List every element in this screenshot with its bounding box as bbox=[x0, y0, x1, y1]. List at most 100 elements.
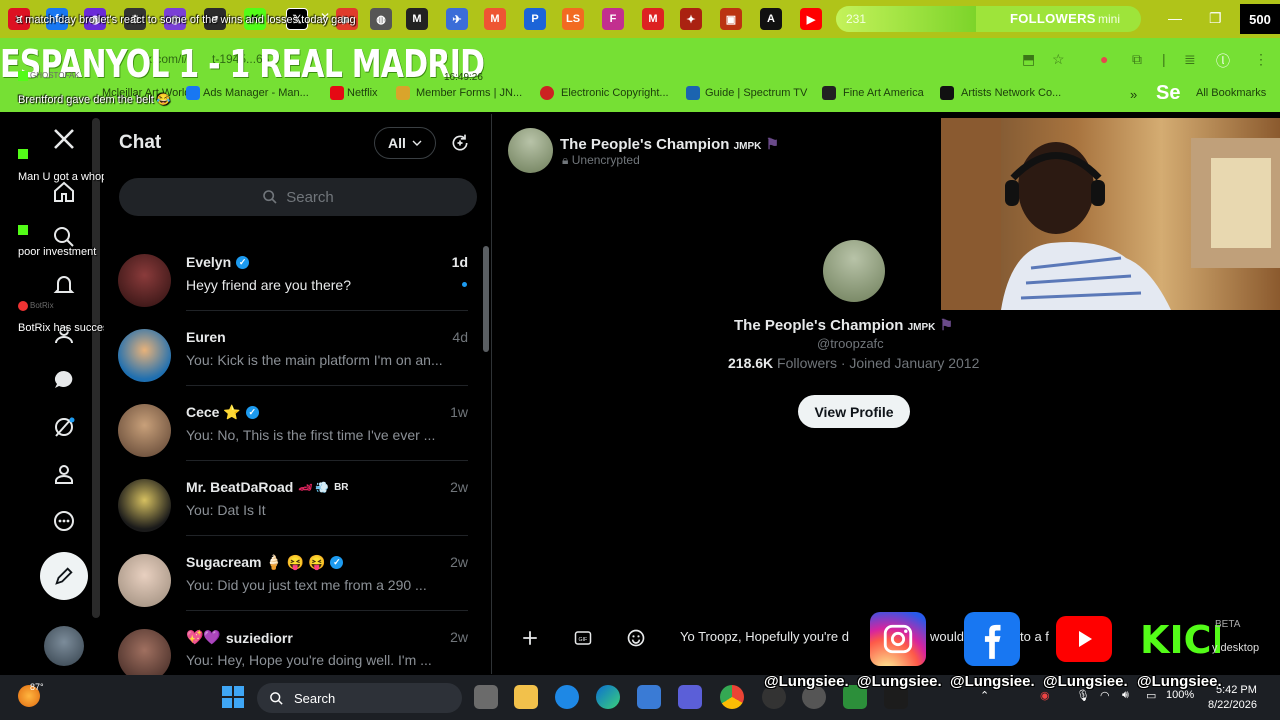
verified-badge-icon: ✓ bbox=[236, 255, 250, 269]
tab-favicon[interactable]: A bbox=[760, 8, 782, 30]
divider bbox=[186, 610, 468, 611]
profile-icon[interactable] bbox=[49, 459, 79, 489]
bookmark-item[interactable]: Artists Network Co... bbox=[961, 87, 1061, 99]
filter-dropdown[interactable]: All bbox=[374, 127, 436, 159]
followers-label: Followers bbox=[777, 355, 837, 371]
bookmark-item[interactable]: Netflix bbox=[347, 87, 378, 99]
encryption-text: Unencrypted bbox=[571, 153, 640, 167]
record-icon[interactable]: ● bbox=[1100, 51, 1108, 67]
weather-temp: 87° bbox=[30, 682, 44, 692]
chat-icon[interactable] bbox=[49, 365, 79, 395]
flag-icon: ⚑ bbox=[765, 136, 780, 153]
compose-post-button[interactable] bbox=[40, 552, 88, 600]
file-explorer-icon[interactable] bbox=[514, 685, 538, 709]
microphone-icon[interactable]: 🎙︎ bbox=[1076, 689, 1090, 702]
tab-favicon[interactable]: ◍ bbox=[370, 8, 392, 30]
webcam-person-image bbox=[941, 118, 1280, 310]
profile-handle: @troopzafc bbox=[817, 336, 884, 351]
tray-overflow-icon[interactable]: ⌃ bbox=[980, 689, 989, 702]
bookmark-star-icon[interactable]: ☆ bbox=[1052, 51, 1065, 68]
header-badge: JMPK bbox=[733, 141, 762, 152]
profile-icon[interactable]: ⓛ bbox=[1216, 51, 1230, 71]
restore-icon[interactable]: ❐ bbox=[1209, 10, 1222, 27]
task-view-icon[interactable] bbox=[474, 685, 498, 709]
chat-list-scrollbar[interactable] bbox=[483, 246, 489, 352]
conversation-name: Cece ⭐ ✓ bbox=[186, 404, 259, 421]
battery-icon[interactable]: ▭ bbox=[1146, 689, 1156, 702]
sidebar-scrollbar[interactable] bbox=[92, 118, 100, 618]
profile-avatar[interactable] bbox=[823, 240, 885, 302]
view-profile-button[interactable]: View Profile bbox=[798, 395, 910, 428]
bookmark-item[interactable]: Guide | Spectrum TV bbox=[705, 87, 807, 99]
store-icon[interactable] bbox=[637, 685, 661, 709]
conversation-avatar bbox=[118, 479, 171, 532]
menu-icon[interactable]: ⋮ bbox=[1254, 51, 1268, 68]
new-chat-button[interactable] bbox=[444, 127, 476, 159]
emoji-picker-icon[interactable] bbox=[622, 624, 650, 652]
bookmark-item[interactable]: Ads Manager - Man... bbox=[203, 87, 309, 99]
tab-favicon[interactable]: M bbox=[642, 8, 664, 30]
minimize-icon[interactable]: — bbox=[1168, 10, 1182, 26]
bookmark-item[interactable]: Fine Art America bbox=[843, 87, 924, 99]
tray-app-icon[interactable]: ◉ bbox=[1040, 689, 1050, 702]
chat-search-input[interactable]: Search bbox=[119, 178, 477, 216]
grok-icon[interactable] bbox=[49, 412, 79, 442]
youtube-icon bbox=[1056, 616, 1112, 662]
tab-favicon[interactable]: M bbox=[484, 8, 506, 30]
desktop-label: y desktop bbox=[1212, 642, 1260, 654]
divider bbox=[186, 385, 468, 386]
conversation-avatar bbox=[118, 329, 171, 382]
social-handle: @Lungsiee. bbox=[950, 673, 1035, 690]
search-icon bbox=[270, 691, 283, 705]
extensions-icon[interactable]: ⧉ bbox=[1132, 51, 1142, 68]
stream-chat-message: poor investment bbox=[18, 246, 97, 258]
svg-text:KICK: KICK bbox=[1140, 618, 1220, 661]
followers-goal-bar: 231 FOLLOWERS mini bbox=[836, 6, 1141, 32]
conversation-header-avatar[interactable] bbox=[508, 128, 553, 173]
bookmark-item[interactable]: Member Forms | JN... bbox=[416, 87, 522, 99]
conversation-time: 1w bbox=[450, 404, 468, 420]
meta-icon bbox=[186, 86, 200, 100]
social-handle: @Lungsiee. bbox=[1043, 673, 1128, 690]
help-icon[interactable] bbox=[555, 685, 579, 709]
instagram-icon bbox=[870, 612, 926, 666]
facebook-icon bbox=[964, 612, 1020, 666]
x-logo-icon[interactable] bbox=[49, 124, 79, 154]
encryption-status: 🔒︎ Unencrypted bbox=[562, 153, 640, 168]
gif-icon[interactable]: GIF bbox=[569, 624, 597, 652]
tab-favicon[interactable]: ✈ bbox=[446, 8, 468, 30]
chevron-down-icon bbox=[412, 140, 422, 146]
conversation-header-name[interactable]: The People's Champion JMPK ⚑ bbox=[560, 135, 779, 153]
bookmark-favicon bbox=[940, 86, 954, 100]
followers-count: 218.6K bbox=[728, 355, 774, 371]
install-icon[interactable]: ⬒ bbox=[1022, 51, 1035, 68]
start-button[interactable] bbox=[222, 686, 244, 708]
tab-favicon[interactable]: P bbox=[524, 8, 546, 30]
more-icon[interactable] bbox=[49, 506, 79, 536]
bookmarks-overflow-icon[interactable]: » bbox=[1130, 87, 1137, 102]
message-input[interactable]: Yo Troopz, Hopefully you're d bbox=[680, 629, 849, 644]
conversation-avatar bbox=[118, 404, 171, 457]
bookmark-item[interactable]: Electronic Copyright... bbox=[561, 87, 669, 99]
chrome-icon[interactable] bbox=[720, 685, 744, 709]
tab-favicon[interactable]: ✦ bbox=[680, 8, 702, 30]
app-icon[interactable] bbox=[678, 685, 702, 709]
edge-icon[interactable] bbox=[596, 685, 620, 709]
conversation-preview: You: Dat Is It bbox=[186, 502, 266, 518]
tab-favicon[interactable]: F bbox=[602, 8, 624, 30]
tab-favicon[interactable]: ▣ bbox=[720, 8, 742, 30]
add-attachment-icon[interactable] bbox=[516, 624, 544, 652]
notifications-icon[interactable] bbox=[49, 270, 79, 300]
account-avatar[interactable] bbox=[44, 626, 84, 666]
tab-favicon[interactable]: ▶ bbox=[800, 8, 822, 30]
tab-favicon[interactable]: LS bbox=[562, 8, 584, 30]
refresh-icon bbox=[452, 134, 468, 151]
sidepanel-icon[interactable]: ≣ bbox=[1184, 51, 1196, 68]
all-bookmarks[interactable]: All Bookmarks bbox=[1196, 87, 1266, 99]
tab-favicon[interactable]: M bbox=[406, 8, 428, 30]
social-handle: @Lungsiee. bbox=[857, 673, 942, 690]
conversation-time: 2w bbox=[450, 629, 468, 645]
volume-icon[interactable]: 🔊︎ bbox=[1122, 689, 1129, 702]
wifi-icon[interactable]: ◠ bbox=[1100, 689, 1110, 702]
taskbar-search[interactable]: Search bbox=[257, 683, 462, 713]
